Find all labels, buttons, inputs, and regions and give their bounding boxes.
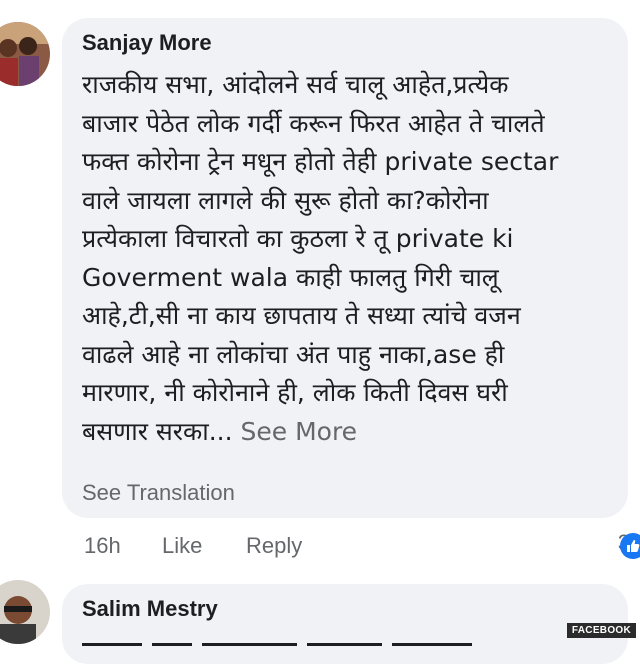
comment-text: राजकीय सभा, आंदोलने सर्व चालू आहेत,प्रत्…: [82, 66, 622, 451]
comment-line: Goverment wala काही फालतु गिरी चालू: [82, 262, 499, 292]
comment-line: मारणार, नी कोरोनाने ही, लोक किती दिवस घर…: [82, 378, 508, 407]
avatar-salim-mestry[interactable]: [0, 580, 50, 644]
facebook-watermark: FACEBOOK: [566, 623, 636, 638]
avatar-photo-icon: [0, 22, 50, 86]
comment-last-line: बसणार सरका... See More: [82, 413, 622, 452]
see-more-link[interactable]: See More: [241, 417, 358, 446]
avatar-photo-icon: [0, 580, 50, 644]
comment-actions: 16h Like Reply 3: [84, 530, 640, 562]
comment-timestamp[interactable]: 16h: [84, 533, 121, 559]
comment-author-name[interactable]: Sanjay More: [82, 30, 212, 56]
like-button[interactable]: Like: [162, 533, 202, 559]
comment-line: वाढले आहे ना लोकांचा अंत पाहु नाका,ase ह…: [82, 339, 505, 369]
comment-line: बाजार पेठेत लोक गर्दी करून फिरत आहेत ते …: [82, 108, 545, 138]
reaction-summary[interactable]: 3: [618, 530, 640, 559]
like-thumb-icon: [619, 533, 640, 559]
comment-bubble: Sanjay More राजकीय सभा, आंदोलने सर्व चाल…: [62, 18, 628, 518]
reply-button[interactable]: Reply: [246, 533, 302, 559]
truncated-comment-text: [82, 636, 502, 648]
comment-bubble: Salim Mestry: [62, 584, 628, 664]
comment-line: आहे,टी,सी ना काय छापताय ते सध्या त्यांचे…: [82, 301, 521, 330]
comment-line: फक्त कोरोना ट्रेन मधून होतो तेही private…: [82, 147, 559, 176]
comment-line: बसणार सरका...: [82, 416, 233, 446]
comment-author-name[interactable]: Salim Mestry: [82, 596, 218, 622]
comment-line: वाले जायला लागले की सुरू होतो का?कोरोना: [82, 185, 489, 215]
comment-line: प्रत्येकाला विचारतो का कुठला रे तू priva…: [82, 224, 514, 253]
avatar-sanjay-more[interactable]: [0, 22, 50, 86]
comment-line: राजकीय सभा, आंदोलने सर्व चालू आहेत,प्रत्…: [82, 70, 509, 99]
see-translation-link[interactable]: See Translation: [82, 480, 235, 506]
